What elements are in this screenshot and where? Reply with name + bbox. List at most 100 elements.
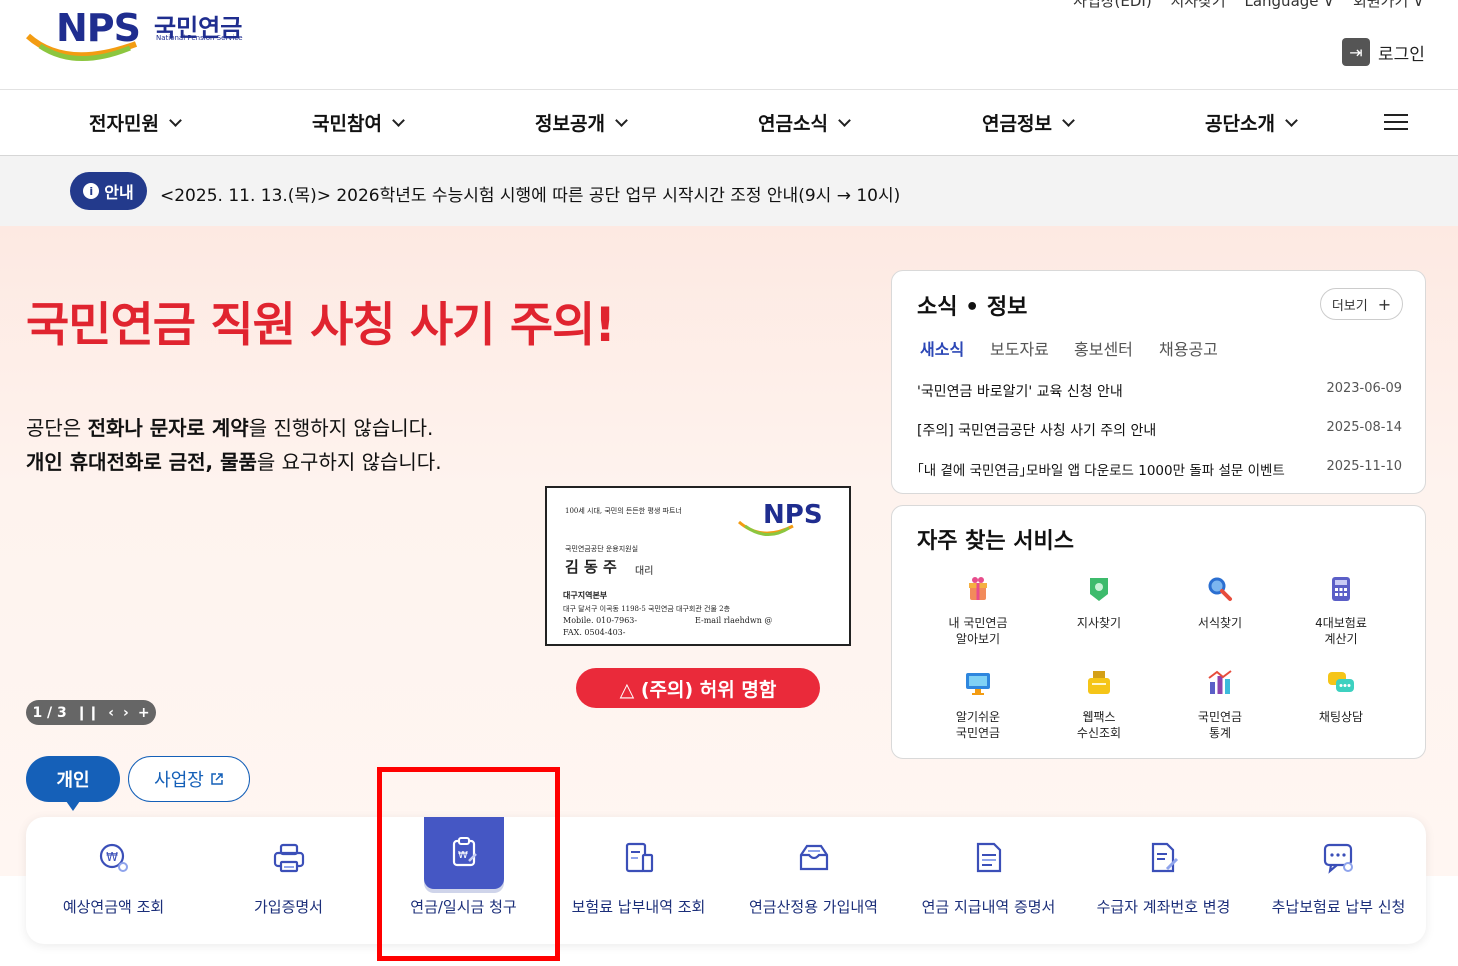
gnb-label: 정보공개	[535, 113, 605, 135]
news-tab-recruit[interactable]: 채용공고	[1159, 336, 1218, 360]
frequent-services-panel: 자주 찾는 서비스 내 국민연금 알아보기 지사찾기 서식찾기 4대보험료 계산…	[891, 505, 1426, 759]
info-icon: i	[83, 183, 100, 199]
card-email: E-mail rlaehdwn @	[695, 616, 773, 625]
service-label: 서식찾기	[1197, 616, 1243, 630]
chart-icon	[1208, 670, 1232, 694]
quick-pension-calc-history[interactable]: 연금산정용 가입내역	[726, 817, 901, 944]
service-label: 내 국민연금	[948, 616, 1008, 630]
document-list-icon	[625, 842, 653, 873]
service-statistics[interactable]: 국민연금 통계	[1170, 668, 1270, 741]
news-item-title: ｢내 곁에 국민연금｣모바일 앱 다운로드 1000만 돌파 설문 이벤트	[917, 463, 1285, 479]
news-panel-title: 소식 • 정보	[917, 295, 1028, 320]
news-item-date: 2023-06-09	[1326, 381, 1402, 396]
notice-bar: i 안내 <2025. 11. 13.(목)> 2026학년도 수능시험 시행에…	[0, 156, 1458, 226]
printer-icon	[273, 843, 304, 873]
prev-icon[interactable]: ‹	[108, 705, 114, 721]
card-mobile: Mobile. 010-7963-	[563, 616, 638, 625]
quick-membership-certificate[interactable]: 가입증명서	[201, 817, 376, 944]
tab-business[interactable]: 사업장	[128, 756, 250, 802]
nps-logo[interactable]: NPS 국민연금 National Pension Service	[26, 4, 256, 66]
quick-menu-label: 보험료 납부내역 조회	[571, 898, 706, 916]
highlight-annotation-frame	[377, 767, 560, 961]
quick-expected-pension[interactable]: ₩ 예상연금액 조회	[26, 817, 201, 944]
fake-card-warning-button[interactable]: △ (주의) 허위 명함	[576, 668, 820, 708]
service-label: 웹팩스	[1082, 710, 1116, 724]
gift-icon	[969, 577, 987, 600]
news-tab-press[interactable]: 보도자료	[990, 336, 1049, 360]
service-my-pension[interactable]: 내 국민연금 알아보기	[928, 574, 1028, 647]
news-tab-new[interactable]: 새소식	[917, 336, 967, 360]
fax-icon	[1088, 671, 1110, 694]
calculator-icon	[1332, 577, 1350, 601]
service-webfax[interactable]: 웹팩스 수신조회	[1049, 668, 1149, 741]
gnb-item-news[interactable]: 연금소식	[758, 109, 851, 136]
gnb-item-participation[interactable]: 국민참여	[312, 109, 405, 136]
service-label: 4대보험료	[1315, 616, 1367, 630]
quick-premium-payment-history[interactable]: 보험료 납부내역 조회	[551, 817, 726, 944]
services-title: 자주 찾는 서비스	[917, 529, 1074, 554]
chat-icon	[1328, 672, 1354, 692]
notice-text[interactable]: <2025. 11. 13.(목)> 2026학년도 수능시험 시행에 따른 공…	[160, 181, 900, 206]
login-button[interactable]: ⇥ 로그인	[1342, 38, 1425, 66]
service-label: 계산기	[1324, 632, 1358, 646]
plus-icon[interactable]: +	[138, 705, 150, 721]
hero-text-line-2: 개인 휴대전화로 금전, 물품을 요구하지 않습니다.	[26, 446, 442, 475]
next-icon[interactable]: ›	[123, 705, 129, 721]
service-insurance-calculator[interactable]: 4대보험료 계산기	[1291, 574, 1391, 647]
service-form-finder[interactable]: 서식찾기	[1170, 574, 1270, 631]
card-address: 대구 달서구 이곡동 1198-5 국민연금 대구회관 건물 2층	[563, 605, 731, 613]
service-label: 지사찾기	[1076, 616, 1122, 630]
gnb-item-about[interactable]: 공단소개	[1205, 109, 1298, 136]
pause-icon[interactable]: ❙❙	[76, 705, 99, 721]
chat-search-icon	[1323, 843, 1353, 874]
service-label: 국민연금	[955, 726, 1001, 740]
monitor-icon	[966, 673, 990, 695]
util-link-edi[interactable]: 사업장(EDI)	[1073, 0, 1152, 10]
news-item-title: [주의] 국민연금공단 사칭 사기 주의 안내	[917, 423, 1157, 439]
won-search-icon: ₩	[99, 843, 128, 872]
util-link-language[interactable]: Language ∨	[1244, 0, 1334, 10]
util-link-branch[interactable]: 지사찾기	[1171, 0, 1226, 10]
card-fax: FAX. 0504-403-	[563, 628, 626, 637]
gnb-item-civil[interactable]: 전자민원	[89, 109, 182, 136]
quick-menu-bar: ₩ 예상연금액 조회 가입증명서 ₩ 연금/일시금 청구 보험료 납부내역 조회…	[26, 817, 1426, 944]
news-item-date: 2025-08-14	[1326, 420, 1402, 435]
quick-menu-label: 수급자 계좌번호 변경	[1096, 898, 1231, 916]
service-chat-consult[interactable]: 채팅상담	[1291, 668, 1391, 725]
news-tab-pr[interactable]: 홍보센터	[1074, 336, 1133, 360]
quick-menu-label: 연금 지급내역 증명서	[921, 898, 1056, 916]
service-branch-finder[interactable]: 지사찾기	[1049, 574, 1149, 631]
svg-text:₩: ₩	[106, 850, 118, 864]
util-link-member[interactable]: 회원가기 ∨	[1353, 0, 1424, 10]
service-label: 수신조회	[1076, 726, 1122, 740]
login-icon: ⇥	[1342, 38, 1370, 66]
quick-payment-certificate[interactable]: 연금 지급내역 증명서	[901, 817, 1076, 944]
news-item-date: 2025-11-10	[1326, 459, 1402, 474]
hero-text: 을 요구하지 않습니다.	[256, 450, 442, 474]
card-dept: 국민연금공단 운용지원실	[565, 545, 639, 553]
tab-business-label: 사업장	[154, 770, 204, 791]
box-icon	[799, 844, 828, 871]
service-easy-pension[interactable]: 알기쉬운 국민연금	[928, 668, 1028, 741]
chevron-down-icon	[169, 113, 182, 127]
news-more-button[interactable]: 더보기 +	[1320, 288, 1403, 320]
chevron-down-icon	[1285, 113, 1298, 127]
gnb-label: 연금정보	[982, 113, 1052, 135]
tab-personal[interactable]: 개인	[26, 756, 120, 811]
gnb-item-disclosure[interactable]: 정보공개	[535, 109, 628, 136]
quick-account-change[interactable]: 수급자 계좌번호 변경	[1076, 817, 1251, 944]
logo-mark: NPS	[56, 6, 141, 50]
quick-subsequent-payment[interactable]: 추납보험료 납부 신청	[1251, 817, 1426, 944]
news-panel: 소식 • 정보 더보기 + 새소식 보도자료 홍보센터 채용공고 '국민연금 바…	[891, 270, 1426, 494]
banner-pager: 1 / 3 ❙❙ ‹ › +	[26, 700, 156, 725]
fake-business-card-image: 100세 시대, 국민의 든든한 평생 파트너 NPS 국민연금공단 운용지원실…	[545, 486, 851, 646]
gnb-label: 공단소개	[1205, 113, 1275, 135]
service-label: 알아보기	[955, 632, 1001, 646]
quick-menu-label: 연금산정용 가입내역	[749, 898, 878, 916]
hamburger-menu-icon[interactable]	[1384, 114, 1408, 132]
gnb-item-pension-info[interactable]: 연금정보	[982, 109, 1075, 136]
hero-title: 국민연금 직원 사칭 사기 주의!	[26, 298, 616, 353]
gnb-label: 연금소식	[758, 113, 828, 135]
quick-menu-label: 추납보험료 납부 신청	[1271, 898, 1406, 916]
service-label: 통계	[1208, 726, 1232, 740]
